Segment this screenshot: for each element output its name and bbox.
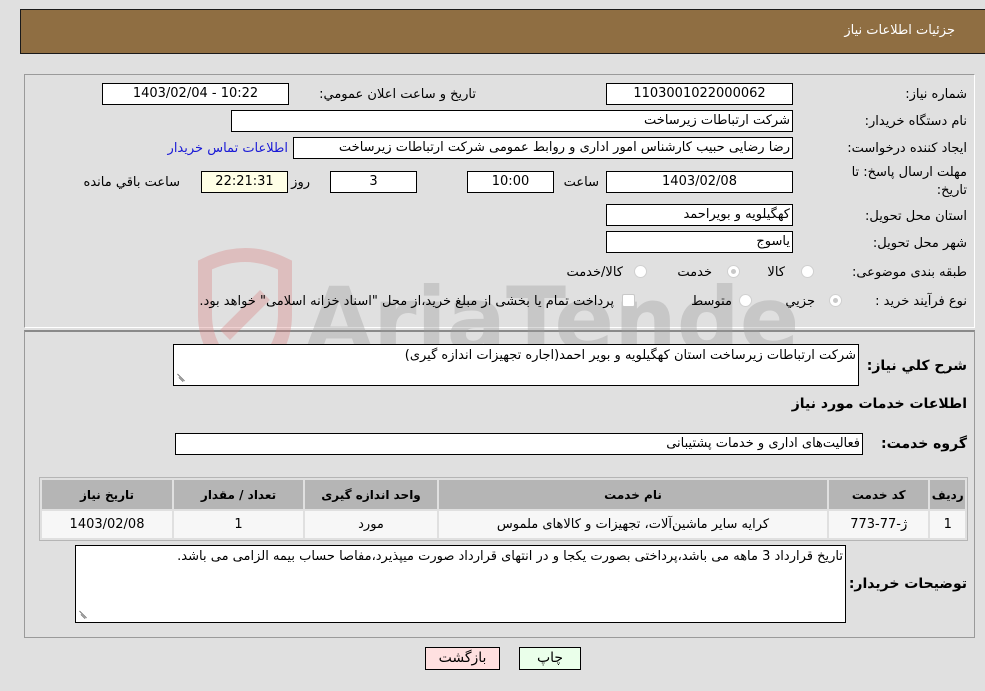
buyer-org-label: نام دستگاه خریدار: bbox=[864, 114, 967, 129]
services-section-title: اطلاعات خدمات مورد نیاز bbox=[791, 396, 967, 412]
description-text: شرکت ارتباطات زیرساخت استان کهگیلویه و ب… bbox=[404, 348, 856, 363]
remaining-days-field[interactable]: 3 bbox=[330, 171, 417, 193]
purchase-type-option-minor: جزيي bbox=[785, 294, 815, 309]
col-header-quantity: تعداد / مقدار bbox=[174, 480, 304, 509]
description-textarea[interactable]: شرکت ارتباطات زیرساخت استان کهگیلویه و ب… bbox=[173, 344, 859, 386]
announce-datetime-label: تاریخ و ساعت اعلان عمومي: bbox=[319, 87, 476, 102]
province-label: استان محل تحویل: bbox=[865, 209, 967, 224]
buyer-notes-textarea[interactable]: تاریخ قرارداد 3 ماهه می باشد،پرداختی بصو… bbox=[75, 545, 846, 623]
requester-field[interactable]: رضا رضایی حبیب کارشناس امور اداری و رواب… bbox=[293, 137, 793, 159]
category-radio-goods[interactable] bbox=[801, 265, 814, 278]
deadline-time-field[interactable]: 10:00 bbox=[467, 171, 554, 193]
purchase-type-label: نوع فرآیند خرید : bbox=[875, 294, 967, 309]
need-number-field[interactable]: 1103001022000062 bbox=[606, 83, 793, 105]
deadline-time-label: ساعت bbox=[563, 175, 599, 190]
cell-unit: مورد bbox=[305, 511, 438, 538]
deadline-date-field[interactable]: 1403/02/08 bbox=[606, 171, 793, 193]
deadline-label: مهلت ارسال پاسخ: تا bbox=[851, 165, 967, 180]
cell-need-date: 1403/02/08 bbox=[42, 511, 173, 538]
need-number-label: شماره نیاز: bbox=[905, 87, 967, 102]
purchase-type-radio-medium[interactable] bbox=[739, 294, 752, 307]
remaining-time-label: ساعت باقي مانده bbox=[83, 175, 180, 190]
cell-quantity: 1 bbox=[174, 511, 304, 538]
service-group-label: گروه خدمت: bbox=[881, 436, 967, 452]
table-row: 1 ژ-77-773 کرایه سایر ماشین‌آلات، تجهیزا… bbox=[42, 511, 965, 538]
cell-row-number: 1 bbox=[930, 511, 965, 538]
announce-datetime-field[interactable]: 1403/02/04 - 10:22 bbox=[102, 83, 289, 105]
resize-grip-icon[interactable] bbox=[176, 373, 186, 383]
page-title: جزئیات اطلاعات نیاز bbox=[844, 23, 955, 38]
category-radio-goods-service[interactable] bbox=[634, 265, 647, 278]
buyer-notes-label: توضیحات خریدار: bbox=[848, 576, 967, 592]
back-button[interactable]: بازگشت bbox=[425, 647, 500, 670]
service-group-field[interactable]: فعالیت‌های اداری و خدمات پشتیبانی bbox=[175, 433, 863, 455]
deadline-label-2: تاریخ: bbox=[936, 183, 967, 198]
remaining-time-field: 22:21:31 bbox=[201, 171, 288, 193]
col-header-need-date: تاریخ نیاز bbox=[42, 480, 173, 509]
page-header: جزئیات اطلاعات نیاز bbox=[20, 9, 985, 54]
category-option-goods: کالا bbox=[767, 265, 785, 280]
col-header-service-code: کد خدمت bbox=[828, 480, 929, 509]
table-header-row: ردیف کد خدمت نام خدمت واحد اندازه گیری ت… bbox=[42, 480, 965, 509]
col-header-service-name: نام خدمت bbox=[439, 480, 827, 509]
description-label: شرح كلي نياز: bbox=[866, 358, 967, 374]
purchase-type-option-medium: متوسط bbox=[691, 294, 732, 309]
buyer-org-field[interactable]: شرکت ارتباطات زیرساخت bbox=[231, 110, 793, 132]
requester-label: ایجاد کننده درخواست: bbox=[847, 141, 967, 156]
category-option-service: خدمت bbox=[677, 265, 712, 280]
buyer-notes-text: تاریخ قرارداد 3 ماهه می باشد،پرداختی بصو… bbox=[177, 549, 843, 564]
resize-grip-icon[interactable] bbox=[78, 610, 88, 620]
cell-service-name: کرایه سایر ماشین‌آلات، تجهیزات و کالاهای… bbox=[439, 511, 827, 538]
treasury-bonds-checkbox[interactable] bbox=[622, 294, 635, 307]
treasury-bonds-note: پرداخت تمام یا بخشی از مبلغ خرید،از محل … bbox=[199, 294, 614, 309]
col-header-row-number: ردیف bbox=[930, 480, 965, 509]
cell-service-code: ژ-77-773 bbox=[828, 511, 929, 538]
purchase-type-radio-minor[interactable] bbox=[829, 294, 842, 307]
city-label: شهر محل تحویل: bbox=[872, 236, 967, 251]
services-table: ردیف کد خدمت نام خدمت واحد اندازه گیری ت… bbox=[39, 477, 968, 541]
city-field[interactable]: یاسوج bbox=[606, 231, 793, 253]
category-radio-service[interactable] bbox=[727, 265, 740, 278]
print-button[interactable]: چاپ bbox=[519, 647, 581, 670]
col-header-unit: واحد اندازه گیری bbox=[305, 480, 438, 509]
buyer-contact-link[interactable]: اطلاعات تماس خریدار bbox=[168, 141, 288, 156]
category-label: طبقه بندی موضوعی: bbox=[851, 265, 967, 280]
category-option-goods-service: کالا/خدمت bbox=[566, 265, 623, 280]
province-field[interactable]: کهگیلویه و بویراحمد bbox=[606, 204, 793, 226]
